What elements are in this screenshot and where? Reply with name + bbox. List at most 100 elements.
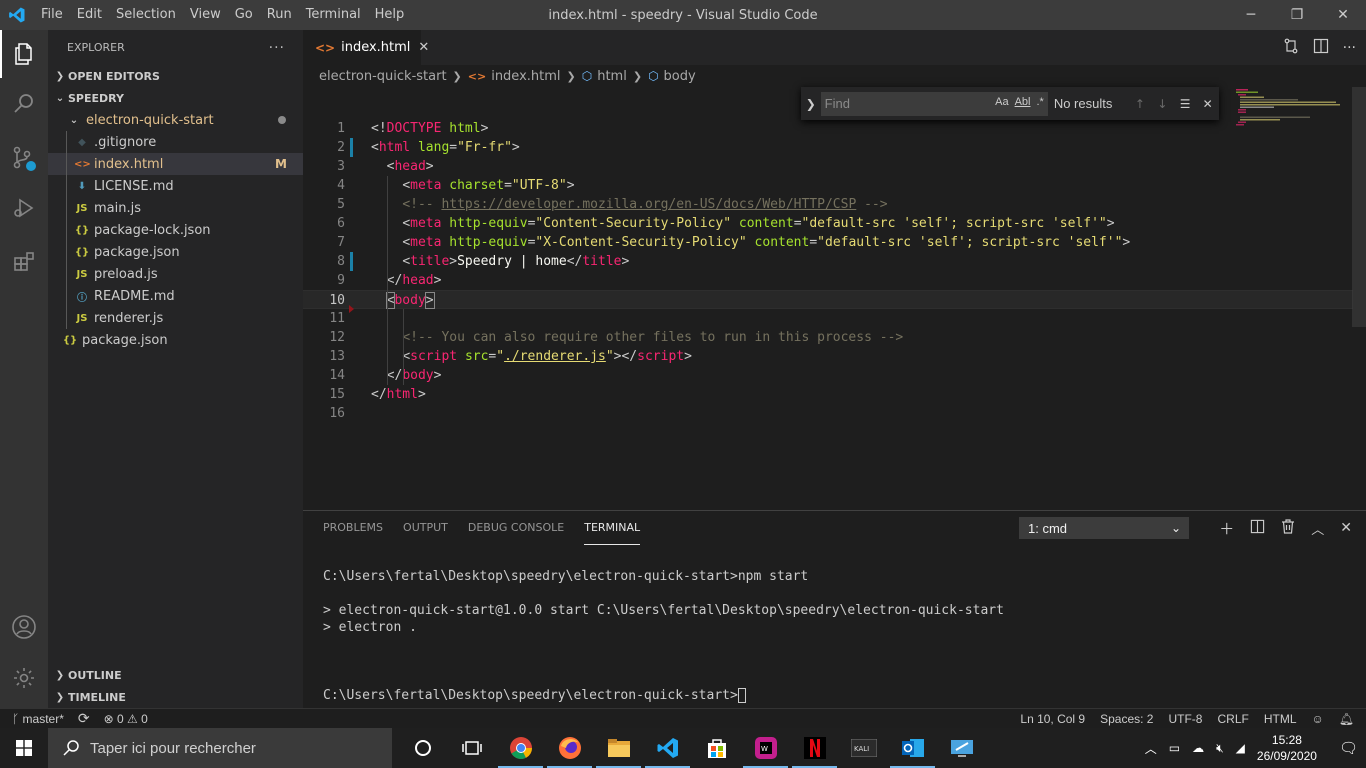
task-view-icon[interactable] (447, 728, 496, 768)
code-line[interactable]: 13 <script src="./renderer.js"></script> (303, 347, 1353, 366)
workspace-section[interactable]: ⌄ SPEEDRY (48, 87, 303, 109)
remote-desktop-icon[interactable] (937, 728, 986, 768)
close-panel-icon[interactable]: ✕ (1340, 520, 1352, 536)
code-line[interactable]: 3 <head> (303, 157, 1353, 176)
account-icon[interactable] (0, 603, 48, 651)
store-icon[interactable] (692, 728, 741, 768)
settings-gear-icon[interactable] (0, 654, 48, 702)
tree-item[interactable]: {} package.json (48, 329, 303, 351)
close-find-icon[interactable]: ✕ (1196, 97, 1219, 111)
branch-indicator[interactable]: ᚴ master* (12, 712, 64, 726)
terminal-select[interactable]: 1: cmd ⌄ (1019, 517, 1189, 539)
code-line[interactable]: 16 (303, 404, 1353, 423)
taskbar-search[interactable]: Taper ici pour rechercher (48, 728, 392, 768)
outline-section[interactable]: ❯ OUTLINE (48, 664, 303, 686)
outlook-icon[interactable] (888, 728, 937, 768)
webstorm-icon[interactable]: W (741, 728, 790, 768)
code-line[interactable]: 6 <meta http-equiv="Content-Security-Pol… (303, 214, 1353, 233)
code-line[interactable]: 7 <meta http-equiv="X-Content-Security-P… (303, 233, 1353, 252)
code-line[interactable]: 2 <html lang="Fr-fr"> (303, 138, 1353, 157)
file-explorer-icon[interactable] (594, 728, 643, 768)
windows-start-icon[interactable] (0, 728, 48, 768)
tree-item[interactable]: JS preload.js (48, 263, 303, 285)
tab-terminal[interactable]: TERMINAL (584, 511, 641, 545)
minimize-button[interactable]: ─ (1228, 0, 1274, 30)
split-terminal-icon[interactable] (1250, 519, 1265, 538)
tab-index-html[interactable]: <> index.html ✕ (303, 30, 429, 65)
code-line[interactable]: 9 </head> (303, 271, 1353, 290)
close-window-button[interactable]: ✕ (1320, 0, 1366, 30)
language-mode[interactable]: HTML (1264, 712, 1297, 726)
volume-muted-icon[interactable]: 🔇︎ (1216, 741, 1224, 756)
menu-terminal[interactable]: Terminal (299, 0, 368, 30)
split-editor-icon[interactable] (1313, 38, 1329, 58)
battery-icon[interactable]: ▭ (1169, 741, 1180, 755)
previous-match-icon[interactable]: ↑ (1129, 97, 1152, 111)
problems-indicator[interactable]: ⊗ 0 ⚠ 0 (104, 712, 148, 726)
tree-item[interactable]: {} package-lock.json (48, 219, 303, 241)
code-line[interactable]: 8 <title>Speedry | home</title> (303, 252, 1353, 271)
notifications-bell-icon[interactable]: 🔔︎ (1339, 712, 1354, 726)
feedback-icon[interactable]: ☺ (1312, 712, 1324, 726)
kill-terminal-icon[interactable] (1281, 518, 1295, 538)
cursor-position[interactable]: Ln 10, Col 9 (1020, 712, 1085, 726)
match-case-toggle[interactable]: Aa (995, 96, 1008, 108)
gutter-modified-marker[interactable] (350, 252, 353, 271)
open-editors-section[interactable]: ❯ OPEN EDITORS (48, 65, 303, 87)
tree-item[interactable]: ⬇ LICENSE.md (48, 175, 303, 197)
cortana-icon[interactable] (398, 728, 447, 768)
code-line[interactable]: 4 <meta charset="UTF-8"> (303, 176, 1353, 195)
tree-item[interactable]: ⌄ electron-quick-start (48, 109, 303, 131)
more-actions-icon[interactable]: ··· (1343, 40, 1356, 56)
menu-view[interactable]: View (183, 0, 228, 30)
code-line[interactable]: 10 <body> (303, 290, 1353, 309)
tree-item[interactable]: ⓘ README.md (48, 285, 303, 307)
tree-item[interactable]: {} package.json (48, 241, 303, 263)
next-match-icon[interactable]: ↓ (1151, 97, 1174, 111)
new-terminal-icon[interactable]: ＋ (1219, 518, 1234, 539)
toggle-replace-icon[interactable]: ❯ (801, 97, 821, 111)
run-debug-icon[interactable] (0, 184, 48, 232)
menu-help[interactable]: Help (368, 0, 412, 30)
tree-item[interactable]: JS main.js (48, 197, 303, 219)
breadcrumb-folder[interactable]: electron-quick-start (319, 69, 447, 84)
extensions-icon[interactable] (0, 238, 48, 286)
clock[interactable]: 15:28 26/09/2020 (1257, 732, 1317, 764)
menu-go[interactable]: Go (228, 0, 260, 30)
maximize-panel-icon[interactable]: ︿ (1311, 519, 1324, 538)
tab-debug-console[interactable]: DEBUG CONSOLE (468, 511, 564, 545)
firefox-icon[interactable] (545, 728, 594, 768)
source-control-icon[interactable] (0, 134, 48, 182)
tab-output[interactable]: OUTPUT (403, 511, 448, 545)
netflix-icon[interactable] (790, 728, 839, 768)
kali-icon[interactable]: KALI (839, 728, 888, 768)
end-of-line[interactable]: CRLF (1217, 712, 1248, 726)
indentation[interactable]: Spaces: 2 (1100, 712, 1153, 726)
code-line[interactable]: 1 <!DOCTYPE html> (303, 119, 1353, 138)
code-line[interactable]: 11 (303, 305, 1353, 328)
onedrive-cloud-icon[interactable]: ☁ (1192, 741, 1204, 755)
tab-problems[interactable]: PROBLEMS (323, 511, 383, 545)
encoding[interactable]: UTF-8 (1168, 712, 1202, 726)
regex-toggle[interactable]: .* (1036, 96, 1043, 108)
show-hidden-icons-icon[interactable]: ︿ (1145, 740, 1157, 757)
code-editor[interactable]: 1 <!DOCTYPE html> 2 <html lang="Fr-fr"> 3 <h… (303, 87, 1366, 510)
find-in-selection-icon[interactable]: ☰ (1174, 97, 1197, 111)
minimap[interactable] (1232, 87, 1352, 147)
sync-icon[interactable]: ⟳ (78, 710, 90, 727)
terminal-output[interactable]: C:\Users\fertal\Desktop\speedry\electron… (323, 568, 1004, 704)
code-line[interactable]: 12 <!-- You can also require other files… (303, 328, 1353, 347)
chrome-icon[interactable] (496, 728, 545, 768)
maximize-button[interactable]: ❐ (1274, 0, 1320, 30)
code-line[interactable]: 5 <!-- https://developer.mozilla.org/en-… (303, 195, 1353, 214)
menu-run[interactable]: Run (260, 0, 299, 30)
tree-item[interactable]: ◆ .gitignore (48, 131, 303, 153)
timeline-section[interactable]: ❯ TIMELINE (48, 686, 303, 708)
tree-item[interactable]: JS renderer.js (48, 307, 303, 329)
menu-file[interactable]: File (34, 0, 70, 30)
close-tab-icon[interactable]: ✕ (418, 40, 429, 55)
open-changes-icon[interactable] (1283, 38, 1299, 58)
menu-selection[interactable]: Selection (109, 0, 183, 30)
search-icon[interactable] (0, 80, 48, 128)
vscode-taskbar-icon[interactable] (643, 728, 692, 768)
